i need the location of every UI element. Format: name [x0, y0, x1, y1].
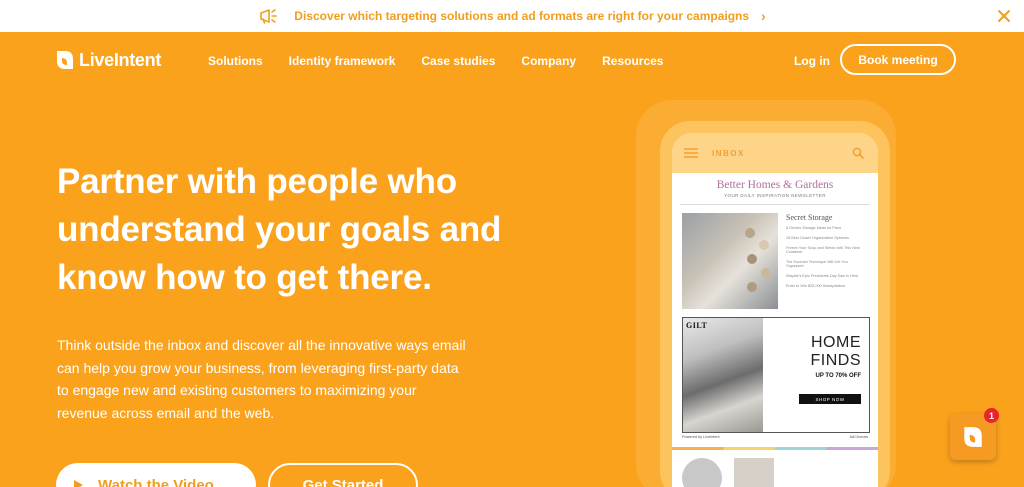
hero-subtext-line: can help you grow your business, from le…: [57, 359, 459, 376]
liveintent-logo-icon: [57, 51, 73, 69]
nav-item-identity-framework[interactable]: Identity framework: [289, 54, 396, 68]
nav-item-company[interactable]: Company: [521, 54, 576, 68]
story-text: Secret Storage 8 Genius Storage Ideas fo…: [778, 213, 866, 309]
play-icon: [74, 480, 83, 487]
hero-headline-line: Partner with people who: [57, 162, 457, 201]
shelf-illustration: [745, 228, 771, 292]
ad-headline: HOME FINDS: [811, 334, 862, 370]
story-item: Freeze Your Soup and Stews with This New…: [786, 246, 860, 254]
get-started-button[interactable]: Get Started: [268, 463, 418, 487]
gilt-ad: GILT HOME FINDS UP TO 70% OFF SHOP NOW: [682, 317, 870, 433]
liveintent-chat-icon: [964, 427, 982, 447]
ad-headline-line: HOME: [811, 334, 861, 351]
powered-by: Powered by LiveIntent: [682, 435, 720, 439]
ad-cta: SHOP NOW: [799, 394, 861, 404]
story-item: Enter to Win $25,000 Sweepstakes: [786, 284, 846, 288]
phone-screen: INBOX Better Homes & Gardens YOUR DAILY …: [672, 133, 878, 487]
ad-headline-line: FINDS: [810, 352, 861, 369]
inbox-label: INBOX: [712, 148, 745, 158]
ad-footer: Powered by LiveIntent AdChoices: [672, 433, 878, 441]
nav-item-resources[interactable]: Resources: [602, 54, 663, 68]
hero-headline: Partner with people who understand your …: [57, 158, 547, 302]
story-item: 15 Best Closet Organization Systems: [786, 236, 849, 240]
story-item: Wayfair's Epic Presidents Day Sale is He…: [786, 274, 859, 278]
ad-photo: GILT: [683, 318, 763, 432]
newsletter-masthead: Better Homes & Gardens YOUR DAILY INSPIR…: [672, 173, 878, 198]
story-item: 8 Genius Storage Ideas for Pans: [786, 226, 842, 230]
announcement-text[interactable]: Discover which targeting solutions and a…: [294, 9, 749, 23]
hero-subtext: Think outside the inbox and discover all…: [57, 334, 517, 424]
watch-video-label: Watch the Video: [98, 476, 214, 487]
hero-subtext-line: to engage new and existing customers to …: [57, 382, 417, 398]
logo[interactable]: LiveIntent: [55, 49, 161, 71]
nav-item-solutions[interactable]: Solutions: [208, 54, 263, 68]
watch-video-button[interactable]: Watch the Video: [56, 463, 256, 487]
hero-headline-line: know how to get there.: [57, 258, 432, 297]
logo-text: LiveIntent: [79, 49, 162, 70]
close-icon[interactable]: [994, 6, 1014, 26]
hero-subtext-line: Think outside the inbox and discover all…: [57, 337, 466, 353]
megaphone-icon: [260, 9, 278, 24]
ad-offer: UP TO 70% OFF: [815, 373, 861, 379]
newsletter-story: Secret Storage 8 Genius Storage Ideas fo…: [672, 205, 878, 309]
search-icon: [852, 147, 864, 159]
adchoices: AdChoices: [849, 435, 868, 439]
hero-headline-line: understand your goals and: [57, 210, 502, 249]
bottom-thumbnails: [672, 450, 878, 487]
hamburger-icon: [684, 148, 698, 158]
chevron-right-icon[interactable]: ›: [761, 8, 766, 24]
phone-inbox-bar: INBOX: [672, 133, 878, 173]
magazine-tagline: YOUR DAILY INSPIRATION NEWSLETTER: [724, 193, 826, 198]
story-heading: Secret Storage: [786, 213, 833, 222]
announcement-bar[interactable]: Discover which targeting solutions and a…: [0, 0, 1024, 32]
ad-copy: HOME FINDS UP TO 70% OFF SHOP NOW: [763, 318, 869, 432]
book-meeting-button[interactable]: Book meeting: [840, 44, 956, 75]
login-link[interactable]: Log in: [794, 54, 830, 68]
story-image: [682, 213, 778, 309]
hero-subtext-line: revenue across email and the web.: [57, 404, 275, 421]
main-nav: LiveIntent Solutions Identity framework …: [0, 32, 1024, 90]
thumbnail: [682, 458, 722, 487]
nav-menu: Solutions Identity framework Case studie…: [208, 54, 689, 68]
nav-item-case-studies[interactable]: Case studies: [421, 54, 495, 68]
thumbnail: [734, 458, 774, 487]
story-item: The Konmari Technique Will Get You Organ…: [786, 260, 848, 268]
magazine-title: Better Homes & Gardens: [716, 179, 834, 191]
ad-brand: GILT: [686, 321, 708, 330]
notification-badge: 1: [984, 408, 999, 423]
